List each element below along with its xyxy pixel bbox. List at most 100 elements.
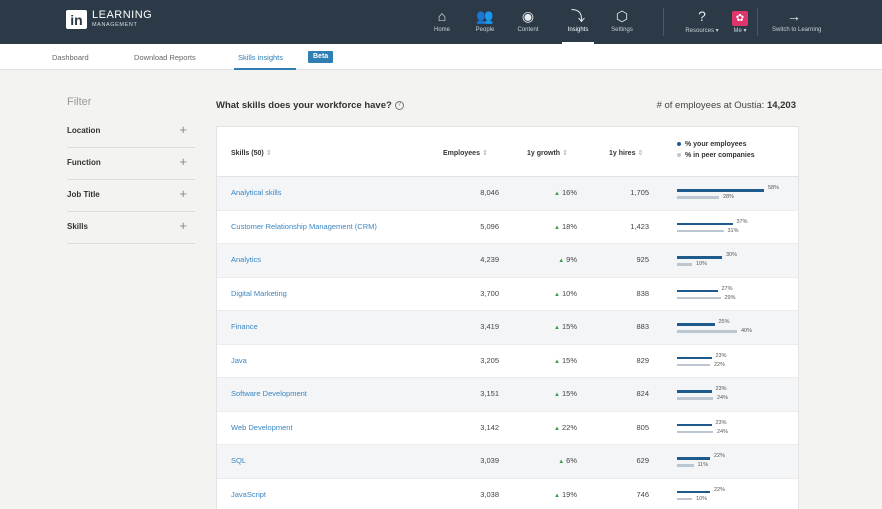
nav-label: Settings [611,27,633,33]
your-employees-bar [677,356,712,359]
comparison-bars: 22% 11% [677,453,797,473]
peer-companies-pct: 24% [717,395,729,401]
nav-content[interactable]: ◉ Content [506,8,550,33]
expand-plus-icon[interactable]: + [179,218,187,233]
nav-people[interactable]: 👥 People [463,8,507,33]
filter-function[interactable]: Function + [67,150,195,180]
your-employees-pct: 30% [726,252,738,258]
growth-value: ▲ 18% [554,221,577,231]
comparison-bars: 30% 10% [677,252,797,272]
nav-label: Home [433,27,450,33]
tab-download-reports[interactable]: Download Reports [134,53,196,62]
your-employees-pct: 58% [768,185,780,191]
nav-label: Insights [567,27,589,33]
peer-companies-bar [677,296,721,299]
skill-link[interactable]: JavaScript [231,490,266,499]
filter-label: Skills [67,222,88,231]
skill-link[interactable]: Web Development [231,423,293,432]
your-employees-bar [677,390,712,393]
nav-settings[interactable]: ⬡ Settings [600,8,644,33]
comparison-bars: 23% 24% [677,386,797,406]
expand-plus-icon[interactable]: + [179,154,187,169]
peer-companies-bar [677,363,710,366]
employee-count: 14,203 [766,100,796,111]
employees-value: 5,096 [480,221,499,231]
top-navbar: in LEARNING MANAGEMENT ⌂ Home 👥 People ◉ Cont… [0,0,882,44]
growth-value: ▲ 9% [558,255,577,264]
filter-heading: Filter [67,96,92,108]
up-arrow-icon: ▲ [554,492,560,499]
your-employees-pct: 22% [714,486,726,493]
growth-value: ▲ 16% [554,188,577,197]
growth-value: ▲ 22% [554,422,577,432]
nav-switch-to-learning[interactable]: → Switch to Learning [772,8,821,33]
col-employees[interactable]: Employees ⇕ [443,149,488,157]
skills-table: Skills (50) ⇕ Employees ⇕ 1y growth ⇕ 1y hi… [216,126,799,509]
app-subtitle: MANAGEMENT [92,22,138,29]
people-icon: 👥 [476,8,494,24]
filter-skills[interactable]: Skills + [67,214,195,244]
hires-value: 838 [636,288,649,298]
comparison-bars: 22% 10% [677,487,797,507]
table-row: Digital Marketing 3,700 ▲ 10% 838 27% 29% [217,278,798,311]
expand-plus-icon[interactable]: + [179,186,187,201]
skill-link[interactable]: Software Development [231,389,307,398]
col-hires[interactable]: 1y hires ⇕ [609,149,643,157]
table-row: Web Development 3,142 ▲ 22% 805 23% 24% [217,412,798,445]
skill-link[interactable]: Customer Relationship Management (CRM) [231,222,377,231]
app-logo[interactable]: in LEARNING MANAGEMENT [66,10,152,29]
nav-divider [663,8,664,36]
your-employees-bar [677,222,733,225]
skill-link[interactable]: Digital Marketing [231,289,287,298]
avatar: ✿ [718,8,762,26]
nav-me[interactable]: ✿ Me ▾ [718,8,762,34]
employees-value: 3,038 [480,489,499,499]
comparison-bars: 27% 29% [677,286,797,306]
filter-label: Function [67,158,101,167]
sub-navigation: Dashboard Download Reports Skills insigh… [0,44,882,70]
help-icon[interactable]: ? [394,100,404,110]
peer-companies-pct: 10% [696,261,708,267]
nav-label: Content [517,27,539,33]
your-employees-pct: 37% [736,218,748,225]
growth-value: ▲ 6% [558,456,577,465]
nav-divider [757,8,758,36]
nav-home[interactable]: ⌂ Home [420,8,464,33]
skill-link[interactable]: Finance [231,322,258,331]
sort-icon: ⇕ [265,150,272,157]
peer-companies-bar [677,263,692,266]
col-growth[interactable]: 1y growth ⇕ [527,149,568,157]
hires-value: 883 [636,322,649,331]
filter-label: Location [67,126,101,135]
expand-plus-icon[interactable]: + [179,122,187,137]
tab-skills-insights[interactable]: Skills insights [238,53,283,62]
your-employees-pct: 23% [715,352,727,359]
up-arrow-icon: ▲ [558,258,565,264]
filter-job-title[interactable]: Job Title + [67,182,195,212]
employees-value: 3,142 [480,422,499,432]
growth-value: ▲ 10% [554,288,577,298]
skill-link[interactable]: Java [231,356,247,365]
table-row: Customer Relationship Management (CRM) 5,… [217,211,798,244]
peer-companies-bar [677,430,713,433]
employees-value: 3,700 [480,288,499,298]
up-arrow-icon: ▲ [554,425,560,432]
table-row: Java 3,205 ▲ 15% 829 23% 22% [217,345,798,378]
active-tab-indicator [234,68,296,70]
col-skills[interactable]: Skills (50) ⇕ [231,149,272,157]
skill-link[interactable]: SQL [231,456,246,465]
employees-value: 3,205 [480,355,499,365]
switch-arrow-icon: → [787,8,801,24]
app-title: LEARNING [92,9,153,22]
filter-location[interactable]: Location + [67,118,195,148]
tab-dashboard[interactable]: Dashboard [52,53,89,62]
sort-icon: ⇕ [637,150,644,157]
peer-companies-pct: 28% [723,194,735,200]
peer-companies-pct: 24% [717,428,729,435]
skill-link[interactable]: Analytics [231,255,261,264]
employees-value: 3,419 [480,322,499,331]
nav-insights[interactable]: ⤵ Insights [556,8,600,44]
up-arrow-icon: ▲ [554,224,560,231]
peer-companies-pct: 11% [697,462,709,468]
skill-link[interactable]: Analytical skills [231,188,281,197]
